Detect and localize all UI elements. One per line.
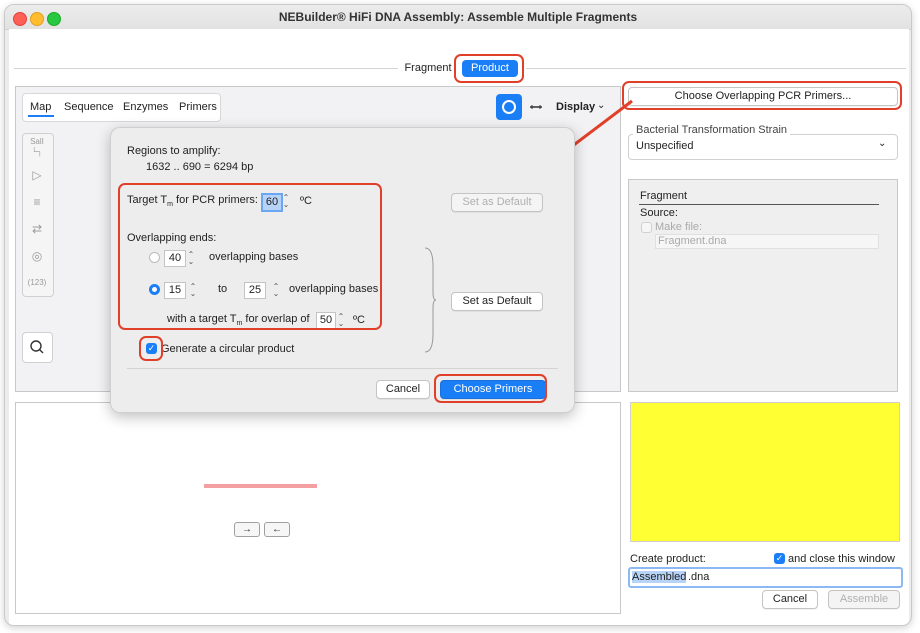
popover-cancel-button[interactable]: Cancel [376,380,430,399]
divider [127,368,558,369]
divider [14,68,398,69]
make-file-value: Fragment.dna [658,235,727,247]
brace-icon [424,247,437,353]
arrow-left-icon[interactable]: ← [264,522,290,537]
circular-view-button[interactable] [496,94,522,120]
regions-value: 1632 .. 690 = 6294 bp [146,161,254,173]
target-icon[interactable]: ◎ [24,245,50,267]
fragment-overview-panel [15,402,621,614]
tab-sequence[interactable]: Sequence [64,101,114,113]
annotation-highlight [118,183,382,330]
tab-underline [28,115,54,117]
circle-icon [502,100,516,114]
arrow-right-icon[interactable]: → [234,522,260,537]
product-name-ext: .dna [688,571,710,583]
source-label: Source: [640,207,678,219]
set-default-button[interactable]: Set as Default [451,292,543,311]
fragment-bar[interactable] [204,484,317,488]
close-window-label: and close this window [788,553,896,565]
divider [526,68,906,69]
tab-map[interactable]: Map [30,101,51,113]
numbering-icon[interactable]: (123) [24,272,50,294]
segment-fragment[interactable]: Fragment [399,60,457,77]
create-product-label: Create product: [630,553,706,565]
search-button[interactable] [22,332,53,363]
cancel-button[interactable]: Cancel [762,590,818,609]
title-bar: NEBuilder® HiFi DNA Assembly: Assemble M… [5,5,911,30]
make-file-checkbox[interactable] [641,222,652,233]
annotation-highlight [139,336,163,361]
strain-label: Bacterial Transformation Strain [633,124,791,136]
feature-icon[interactable]: ▷ [24,164,50,186]
generate-circular-label: Generate a circular product [161,343,295,355]
close-window-checkbox[interactable]: ✓ [774,553,785,564]
assemble-button[interactable]: Assemble [828,590,900,609]
swap-arrows-icon[interactable]: ⇄ [24,218,50,240]
strain-select[interactable]: Unspecified [636,140,693,152]
search-icon [30,340,44,354]
annotation-highlight [622,81,902,110]
chevron-down-icon: ⌄ [878,138,887,149]
annotation-highlight [434,374,547,403]
annotation-highlight [454,54,524,83]
enzyme-site-icon[interactable]: SalI └┐ [24,137,50,159]
product-name-selected: Assembled [632,571,687,583]
tab-enzymes[interactable]: Enzymes [123,101,168,113]
divider [639,204,879,205]
product-name-input[interactable]: Assembled .dna [628,567,903,588]
align-icon[interactable]: ≡ [24,191,50,213]
product-preview [630,402,900,542]
make-file-label: Make file: [655,221,703,233]
fragment-heading: Fragment [640,190,688,202]
regions-label: Regions to amplify: [127,145,221,157]
window-title: NEBuilder® HiFi DNA Assembly: Assemble M… [278,10,638,24]
tab-primers[interactable]: Primers [179,101,217,113]
set-default-button-disabled[interactable]: Set as Default [451,193,543,212]
